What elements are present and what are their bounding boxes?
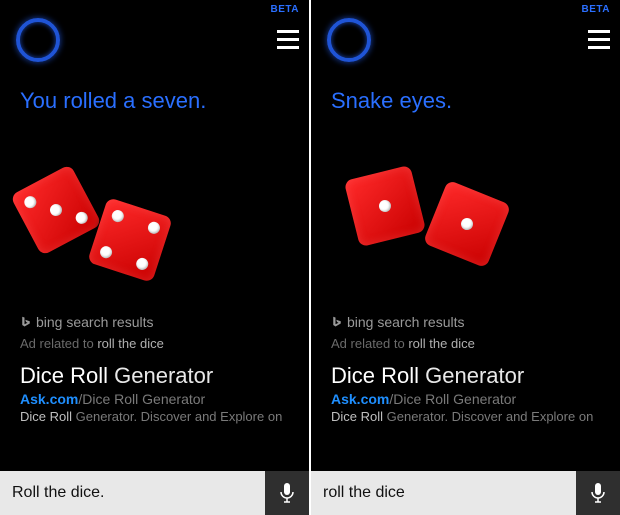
input-bar <box>0 471 309 515</box>
dice-image <box>0 124 309 314</box>
mic-button[interactable] <box>265 471 309 515</box>
cortana-ring-icon[interactable] <box>16 18 60 62</box>
beta-label: BETA <box>271 4 299 15</box>
cortana-response: Snake eyes. <box>311 60 620 114</box>
cortana-pane-left: BETA You rolled a seven. bing search res… <box>0 0 309 515</box>
mic-button[interactable] <box>576 471 620 515</box>
result-url: Ask.com/Dice Roll Generator <box>331 391 600 407</box>
bing-icon <box>331 315 343 327</box>
header: BETA <box>311 0 620 60</box>
cortana-ring-icon[interactable] <box>327 18 371 62</box>
search-result-item[interactable]: Dice Roll Generator Ask.com/Dice Roll Ge… <box>20 363 289 426</box>
die-left <box>10 164 102 256</box>
search-results: bing search results Ad related to roll t… <box>311 314 620 426</box>
result-title: Dice Roll Generator <box>20 363 289 389</box>
hamburger-menu-icon[interactable] <box>277 30 299 49</box>
search-results: bing search results Ad related to roll t… <box>0 314 309 426</box>
header: BETA <box>0 0 309 60</box>
die-right <box>423 180 512 269</box>
die-right <box>87 198 173 284</box>
hamburger-menu-icon[interactable] <box>588 30 610 49</box>
die-left <box>344 165 426 247</box>
ad-label: Ad related to roll the dice <box>331 336 600 351</box>
mic-icon <box>590 482 606 504</box>
query-input[interactable] <box>311 471 576 515</box>
beta-label: BETA <box>582 4 610 15</box>
result-snippet: Dice Roll Generator. Discover and Explor… <box>331 409 600 426</box>
query-input[interactable] <box>0 471 265 515</box>
cortana-pane-right: BETA Snake eyes. bing search results Ad … <box>311 0 620 515</box>
ad-label: Ad related to roll the dice <box>20 336 289 351</box>
result-url: Ask.com/Dice Roll Generator <box>20 391 289 407</box>
result-snippet: Dice Roll Generator. Discover and Explor… <box>20 409 289 426</box>
dice-image <box>311 124 620 314</box>
input-bar <box>311 471 620 515</box>
cortana-response: You rolled a seven. <box>0 60 309 114</box>
bing-results-label: bing search results <box>331 314 600 330</box>
mic-icon <box>279 482 295 504</box>
result-title: Dice Roll Generator <box>331 363 600 389</box>
search-result-item[interactable]: Dice Roll Generator Ask.com/Dice Roll Ge… <box>331 363 600 426</box>
bing-icon <box>20 315 32 327</box>
bing-results-label: bing search results <box>20 314 289 330</box>
